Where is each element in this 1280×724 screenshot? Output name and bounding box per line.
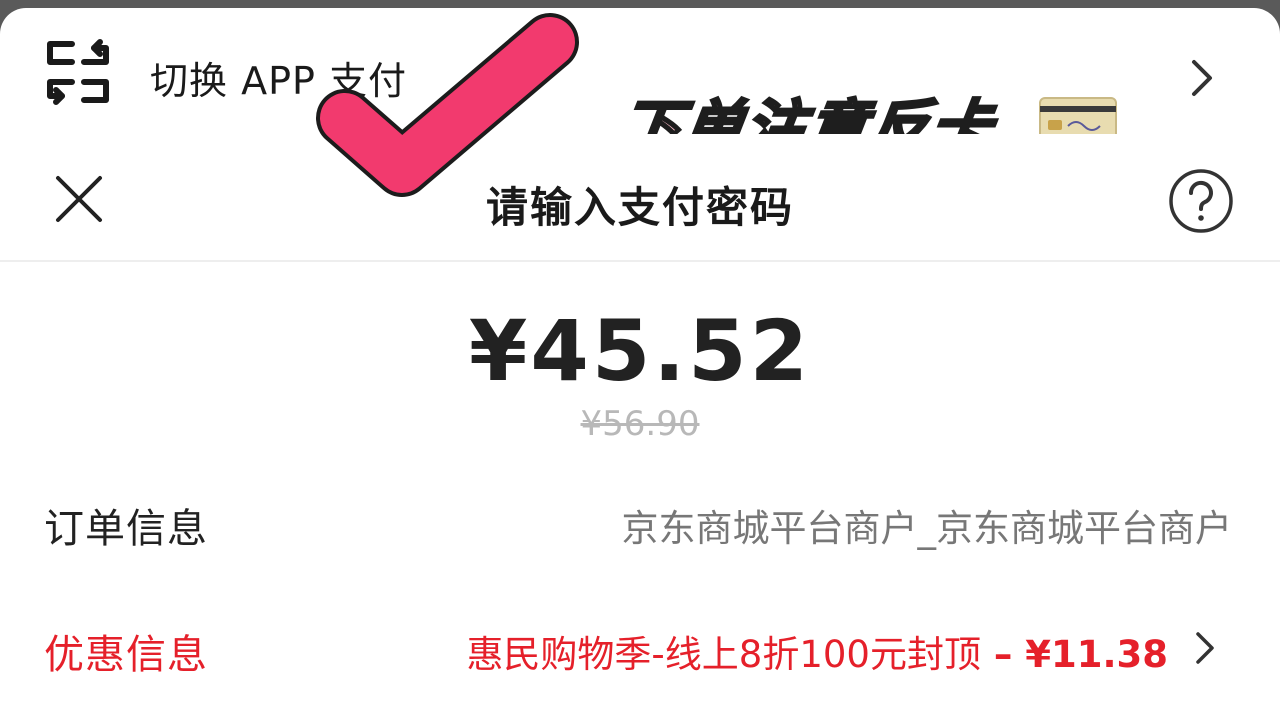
switch-icon <box>47 39 109 105</box>
promo-separator: – <box>980 633 1026 676</box>
payment-password-sheet: 请输入支付密码 ¥45.52 ¥56.90 订单信息 京东商城平台商户_京东商城… <box>0 134 1280 724</box>
promo-description: 惠民购物季-线上8折100元封顶 <box>466 633 981 676</box>
promo-discount: ¥11.38 <box>1025 633 1168 676</box>
chevron-right-icon[interactable] <box>1186 56 1216 100</box>
original-price: ¥56.90 <box>580 404 700 444</box>
sheet-header: 请输入支付密码 <box>0 134 1280 262</box>
promo-info-value[interactable]: 惠民购物季-线上8折100元封顶 – ¥11.38 <box>466 624 1168 678</box>
sheet-title: 请输入支付密码 <box>485 183 794 232</box>
checkmark-icon <box>316 13 579 197</box>
order-info-value: 京东商城平台商户_京东商城平台商户 <box>621 507 1233 550</box>
help-icon[interactable] <box>1168 168 1234 234</box>
payment-amount: ¥45.52 <box>468 302 812 400</box>
order-info-label: 订单信息 <box>44 506 208 552</box>
promo-info-label: 优惠信息 <box>44 632 208 678</box>
chevron-right-icon[interactable] <box>1192 628 1218 668</box>
